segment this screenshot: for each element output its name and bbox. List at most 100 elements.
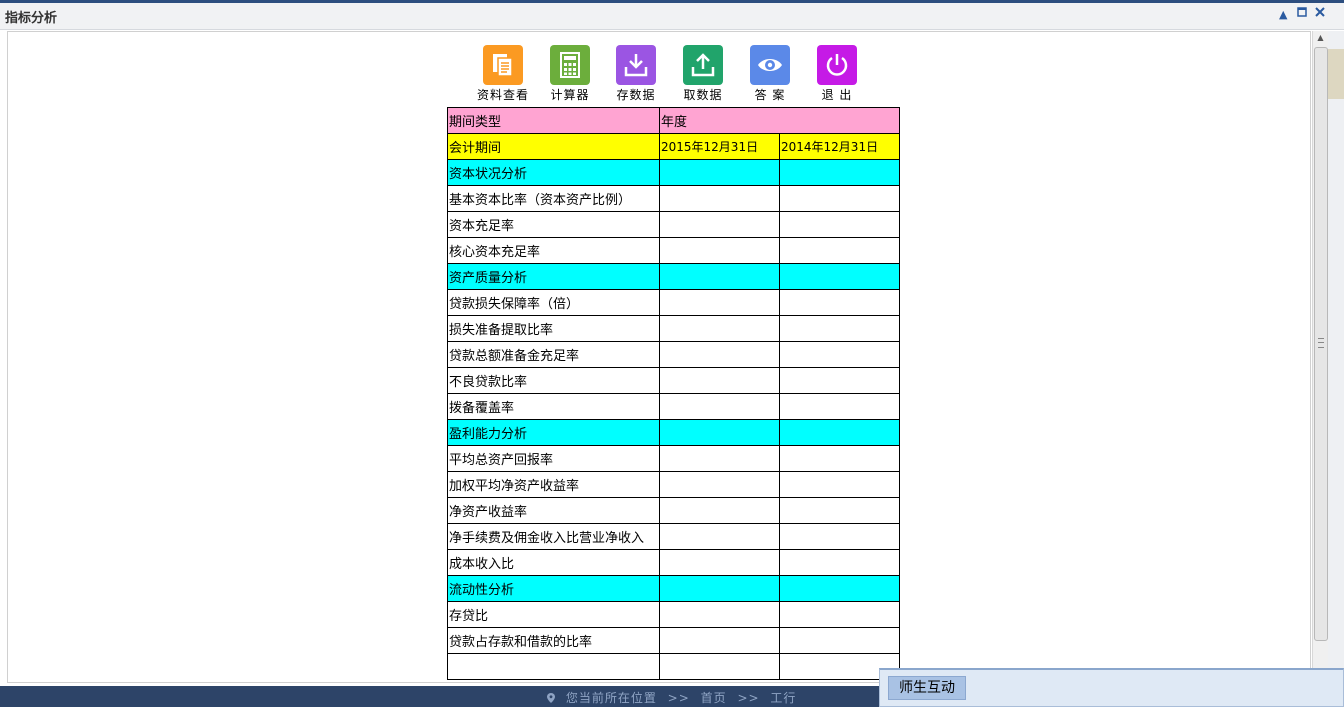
vertical-scrollbar[interactable]: ▲ xyxy=(1312,31,1328,683)
value-cell-2014[interactable] xyxy=(779,601,900,628)
period-row: 会计期间 2015年12月31日 2014年12月31日 xyxy=(447,133,900,160)
value-cell-2014[interactable] xyxy=(779,393,900,420)
download-icon xyxy=(616,45,656,85)
section-row: 资产质量分析 xyxy=(447,263,900,290)
value-cell-2015[interactable] xyxy=(659,445,780,472)
value-cell-2014[interactable] xyxy=(779,341,900,368)
value-cell-2014 xyxy=(779,575,900,602)
table-row: 损失准备提取比率 xyxy=(447,315,900,342)
view-data-label: 资料查看 xyxy=(476,88,529,102)
table-row: 净手续费及佣金收入比营业净收入 xyxy=(447,523,900,550)
value-cell-2014[interactable] xyxy=(779,549,900,576)
value-cell-2014 xyxy=(779,419,900,446)
minimize-icon[interactable]: ▲ xyxy=(1279,8,1287,22)
breadcrumb: 您当前所在位置 >> 首页 >> 工行 xyxy=(547,689,802,706)
period-2014: 2014年12月31日 xyxy=(779,133,900,160)
section-label: 盈利能力分析 xyxy=(447,419,660,446)
indicator-label: 拨备覆盖率 xyxy=(447,393,660,420)
table-row: 基本资本比率（资本资产比例） xyxy=(447,185,900,212)
location-label: 您当前所在位置 xyxy=(565,691,657,705)
value-cell-2015[interactable] xyxy=(659,185,780,212)
edge-accent xyxy=(1328,49,1344,99)
indicator-label: 基本资本比率（资本资产比例） xyxy=(447,185,660,212)
value-cell-2014[interactable] xyxy=(779,289,900,316)
section-row: 资本状况分析 xyxy=(447,159,900,186)
table-row: 资本充足率 xyxy=(447,211,900,238)
calculator-icon xyxy=(550,45,590,85)
scroll-up-icon[interactable]: ▲ xyxy=(1313,33,1328,45)
indicator-table: 期间类型 年度 会计期间 2015年12月31日 2014年12月31日 资本状… xyxy=(447,107,900,680)
value-cell-2015[interactable] xyxy=(659,523,780,550)
section-label: 资产质量分析 xyxy=(447,263,660,290)
accounting-period-label: 会计期间 xyxy=(447,133,660,160)
value-cell-2015[interactable] xyxy=(659,341,780,368)
indicator-label: 存贷比 xyxy=(447,601,660,628)
exit-button[interactable]: 退 出 xyxy=(806,45,868,103)
upload-icon xyxy=(683,45,723,85)
table-row: 拨备覆盖率 xyxy=(447,393,900,420)
breadcrumb-home[interactable]: 首页 xyxy=(701,691,727,705)
value-cell-2015[interactable] xyxy=(659,289,780,316)
value-cell-2014[interactable] xyxy=(779,367,900,394)
indicator-label: 不良贷款比率 xyxy=(447,367,660,394)
value-cell-2015[interactable] xyxy=(659,601,780,628)
value-cell-2015 xyxy=(659,419,780,446)
indicator-label: 贷款损失保障率（倍） xyxy=(447,289,660,316)
value-cell-2014[interactable] xyxy=(779,627,900,654)
section-label: 资本状况分析 xyxy=(447,159,660,186)
value-cell-2015[interactable] xyxy=(659,549,780,576)
calculator-label: 计算器 xyxy=(550,88,590,102)
value-cell-2015[interactable] xyxy=(659,237,780,264)
indicator-label: 资本充足率 xyxy=(447,211,660,238)
value-cell-2015[interactable] xyxy=(659,471,780,498)
value-cell-2015 xyxy=(659,159,780,186)
period-2015: 2015年12月31日 xyxy=(659,133,780,160)
table-row: 存贷比 xyxy=(447,601,900,628)
value-cell-2015[interactable] xyxy=(659,315,780,342)
right-edge-panel xyxy=(1328,31,1344,683)
breadcrumb-sep: >> xyxy=(667,691,690,705)
power-icon xyxy=(817,45,857,85)
table-row: 贷款占存款和借款的比率 xyxy=(447,627,900,654)
maximize-icon[interactable] xyxy=(1297,7,1307,21)
answer-button[interactable]: 答 案 xyxy=(739,45,801,103)
value-cell-2014[interactable] xyxy=(779,211,900,238)
exit-label: 退 出 xyxy=(821,88,853,102)
value-cell-2014[interactable] xyxy=(779,315,900,342)
period-type-label: 期间类型 xyxy=(447,107,660,134)
table-row: 平均总资产回报率 xyxy=(447,445,900,472)
value-cell-2015[interactable] xyxy=(659,393,780,420)
close-icon[interactable] xyxy=(1315,7,1325,21)
table-row: 核心资本充足率 xyxy=(447,237,900,264)
value-cell-2014[interactable] xyxy=(779,497,900,524)
view-data-button[interactable]: 资料查看 xyxy=(472,45,534,103)
value-cell-2014 xyxy=(779,263,900,290)
load-data-button[interactable]: 取数据 xyxy=(672,45,734,103)
value-cell-2015[interactable] xyxy=(659,497,780,524)
eye-icon xyxy=(750,45,790,85)
value-cell-2014[interactable] xyxy=(779,237,900,264)
window-title: 指标分析 xyxy=(5,11,58,26)
annual-label: 年度 xyxy=(659,107,900,134)
calculator-button[interactable]: 计算器 xyxy=(539,45,601,103)
value-cell-2015 xyxy=(659,263,780,290)
chat-tab[interactable]: 师生互动 xyxy=(888,676,966,700)
value-cell-2014[interactable] xyxy=(779,523,900,550)
value-cell-2015[interactable] xyxy=(659,211,780,238)
value-cell-2014[interactable] xyxy=(779,445,900,472)
breadcrumb-current[interactable]: 工行 xyxy=(770,691,796,705)
value-cell-2014[interactable] xyxy=(779,471,900,498)
breadcrumb-sep: >> xyxy=(737,691,760,705)
content-area: 资料查看 计算器 存数据 取数据 答 案 退 出 期间类型 年度 会计期间 20… xyxy=(7,31,1311,683)
section-label: 流动性分析 xyxy=(447,575,660,602)
save-data-button[interactable]: 存数据 xyxy=(605,45,667,103)
value-cell-2015[interactable] xyxy=(659,653,780,680)
scroll-grip-icon xyxy=(1318,338,1324,348)
table-row: 加权平均净资产收益率 xyxy=(447,471,900,498)
value-cell-2015[interactable] xyxy=(659,627,780,654)
scroll-thumb[interactable] xyxy=(1314,47,1328,641)
table-row: 贷款损失保障率（倍） xyxy=(447,289,900,316)
value-cell-2014[interactable] xyxy=(779,185,900,212)
indicator-label: 贷款占存款和借款的比率 xyxy=(447,627,660,654)
value-cell-2015[interactable] xyxy=(659,367,780,394)
